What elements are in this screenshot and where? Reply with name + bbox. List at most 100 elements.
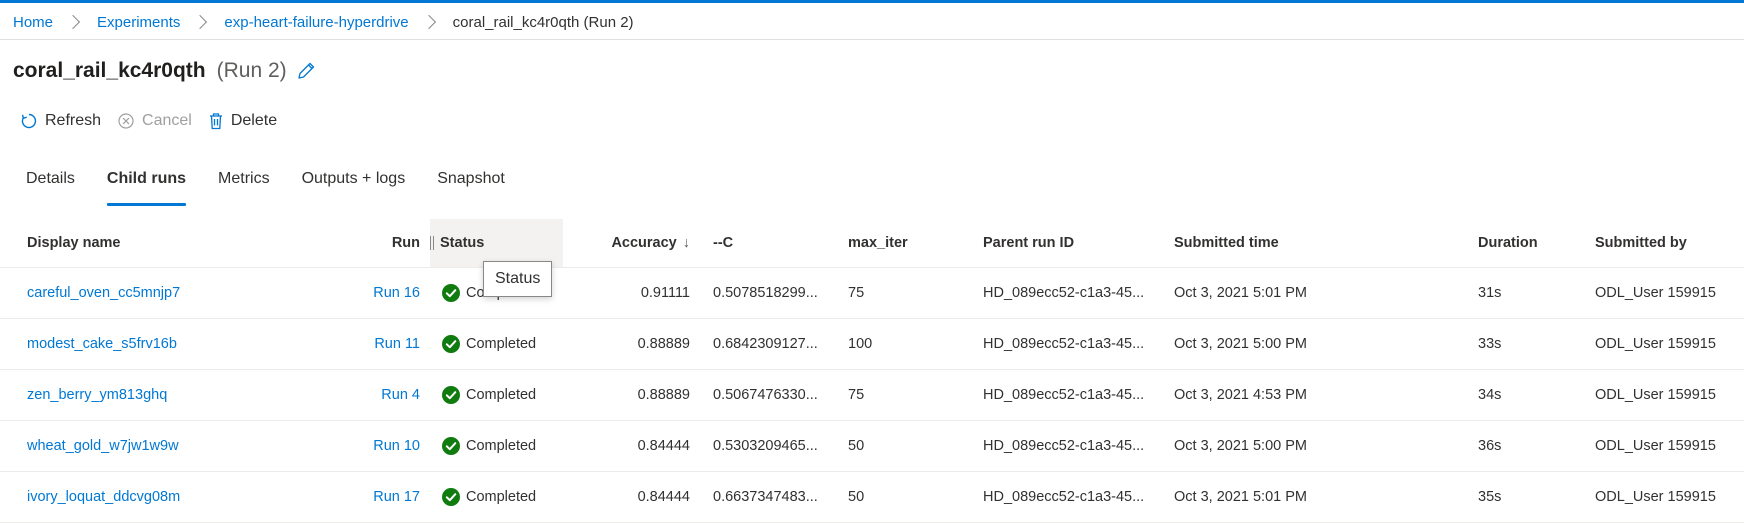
parent-run-id-cell: HD_089ecc52-c1a3-45... <box>983 285 1145 301</box>
submitted-by-cell: ODL_User 159915 <box>1595 336 1716 352</box>
display-name-link[interactable]: wheat_gold_w7jw1w9w <box>27 421 179 471</box>
accuracy-cell: 0.91111 <box>640 285 690 301</box>
page-title: coral_rail_kc4r0qth (Run 2) <box>13 56 317 86</box>
run-link[interactable]: Run 17 <box>340 472 420 522</box>
table-header: Display name Run Status Accuracy ↓ --C m… <box>0 219 1744 268</box>
status-text: Completed <box>466 438 537 454</box>
header-max-iter[interactable]: max_iter <box>848 219 908 267</box>
max-iter-cell: 50 <box>848 489 865 505</box>
table-row[interactable]: ivory_loquat_ddcvg08m Run 17 Completed 0… <box>0 472 1744 523</box>
status-text: Completed <box>466 489 537 505</box>
tab-bar: Details Child runs Metrics Outputs + log… <box>26 170 537 206</box>
accuracy-cell: 0.84444 <box>637 438 690 454</box>
chevron-right-icon <box>193 14 208 30</box>
breadcrumb-current: coral_rail_kc4r0qth (Run 2) <box>452 13 634 31</box>
display-name-link[interactable]: modest_cake_s5frv16b <box>27 319 177 369</box>
run-link[interactable]: Run 16 <box>340 268 420 318</box>
table-row[interactable]: careful_oven_cc5mnjp7 Run 16 Completed 0… <box>0 268 1744 319</box>
parent-run-id-cell: HD_089ecc52-c1a3-45... <box>983 387 1145 403</box>
tab-metrics[interactable]: Metrics <box>218 170 270 206</box>
header-submitted-by[interactable]: Submitted by <box>1595 219 1687 267</box>
status-cell: Completed <box>442 472 536 522</box>
c-cell: 0.5078518299... <box>713 285 818 301</box>
header-c[interactable]: --C <box>713 219 733 267</box>
accuracy-cell: 0.88889 <box>637 336 690 352</box>
table-row[interactable]: zen_berry_ym813ghq Run 4 Completed 0.888… <box>0 370 1744 421</box>
table-row[interactable]: modest_cake_s5frv16b Run 11 Completed 0.… <box>0 319 1744 370</box>
child-runs-table: Display name Run Status Accuracy ↓ --C m… <box>0 219 1744 523</box>
header-accuracy-label: Accuracy <box>611 235 677 251</box>
breadcrumb-experiment[interactable]: exp-heart-failure-hyperdrive <box>224 14 408 31</box>
check-circle-icon <box>442 335 460 353</box>
run-link[interactable]: Run 10 <box>340 421 420 471</box>
submitted-time-cell: Oct 3, 2021 5:01 PM <box>1174 285 1307 301</box>
tab-outputs-logs[interactable]: Outputs + logs <box>302 170 406 206</box>
header-display-name[interactable]: Display name <box>27 219 121 267</box>
header-run[interactable]: Run <box>380 219 420 267</box>
parent-run-id-cell: HD_089ecc52-c1a3-45... <box>983 438 1145 454</box>
submitted-time-cell: Oct 3, 2021 4:53 PM <box>1174 387 1307 403</box>
header-status-label: Status <box>440 235 485 251</box>
chevron-right-icon <box>421 14 436 30</box>
c-cell: 0.6842309127... <box>713 336 818 352</box>
cancel-icon <box>118 113 134 129</box>
max-iter-cell: 100 <box>848 336 873 352</box>
submitted-by-cell: ODL_User 159915 <box>1595 387 1716 403</box>
run-link[interactable]: Run 11 <box>340 319 420 369</box>
display-name-link[interactable]: ivory_loquat_ddcvg08m <box>27 472 180 522</box>
refresh-button[interactable]: Refresh <box>20 112 101 130</box>
header-submitted-time[interactable]: Submitted time <box>1174 219 1279 267</box>
max-iter-cell: 50 <box>848 438 865 454</box>
sort-descending-icon: ↓ <box>682 235 690 251</box>
accuracy-cell: 0.84444 <box>637 489 690 505</box>
breadcrumb-experiments[interactable]: Experiments <box>97 14 180 31</box>
duration-cell: 36s <box>1478 438 1502 454</box>
check-circle-icon <box>442 488 460 506</box>
run-link[interactable]: Run 4 <box>340 370 420 420</box>
display-name-link[interactable]: zen_berry_ym813ghq <box>27 370 167 420</box>
submitted-time-cell: Oct 3, 2021 5:00 PM <box>1174 438 1307 454</box>
tab-child-runs[interactable]: Child runs <box>106 170 187 206</box>
tab-details[interactable]: Details <box>26 170 75 206</box>
submitted-time-cell: Oct 3, 2021 5:01 PM <box>1174 489 1307 505</box>
command-bar: Refresh Cancel Delete <box>20 108 293 134</box>
refresh-icon <box>21 113 37 129</box>
cancel-label: Cancel <box>142 112 192 129</box>
c-cell: 0.5303209465... <box>713 438 818 454</box>
header-status[interactable]: Status <box>430 219 563 267</box>
duration-cell: 35s <box>1478 489 1502 505</box>
status-text: Completed <box>466 336 537 352</box>
breadcrumb: Home Experiments exp-heart-failure-hyper… <box>13 10 634 34</box>
pencil-edit-icon[interactable] <box>295 60 317 82</box>
check-circle-icon <box>442 386 460 404</box>
breadcrumb-home[interactable]: Home <box>13 14 53 31</box>
c-cell: 0.6637347483... <box>713 489 818 505</box>
parent-run-id-cell: HD_089ecc52-c1a3-45... <box>983 489 1145 505</box>
delete-button[interactable]: Delete <box>208 112 277 130</box>
run-number: (Run 2) <box>216 59 287 82</box>
submitted-by-cell: ODL_User 159915 <box>1595 438 1716 454</box>
check-circle-icon <box>442 284 460 302</box>
header-parent-run-id[interactable]: Parent run ID <box>983 219 1074 267</box>
max-iter-cell: 75 <box>848 387 865 403</box>
duration-cell: 34s <box>1478 387 1502 403</box>
duration-cell: 33s <box>1478 336 1502 352</box>
status-text: Completed <box>466 387 537 403</box>
parent-run-id-cell: HD_089ecc52-c1a3-45... <box>983 336 1145 352</box>
column-resize-handle[interactable] <box>430 236 434 250</box>
header-accuracy[interactable]: Accuracy ↓ <box>560 219 690 267</box>
status-cell: Completed <box>442 370 536 420</box>
status-cell: Completed <box>442 319 536 369</box>
display-name-link[interactable]: careful_oven_cc5mnjp7 <box>27 268 180 318</box>
max-iter-cell: 75 <box>848 285 865 301</box>
duration-cell: 31s <box>1478 285 1502 301</box>
top-accent-bar <box>0 0 1744 3</box>
submitted-time-cell: Oct 3, 2021 5:00 PM <box>1174 336 1307 352</box>
header-duration[interactable]: Duration <box>1478 219 1538 267</box>
check-circle-icon <box>442 437 460 455</box>
cancel-button[interactable]: Cancel <box>117 112 192 130</box>
table-row[interactable]: wheat_gold_w7jw1w9w Run 10 Completed 0.8… <box>0 421 1744 472</box>
run-name: coral_rail_kc4r0qth <box>13 59 206 82</box>
accuracy-cell: 0.88889 <box>637 387 690 403</box>
tab-snapshot[interactable]: Snapshot <box>437 170 505 206</box>
